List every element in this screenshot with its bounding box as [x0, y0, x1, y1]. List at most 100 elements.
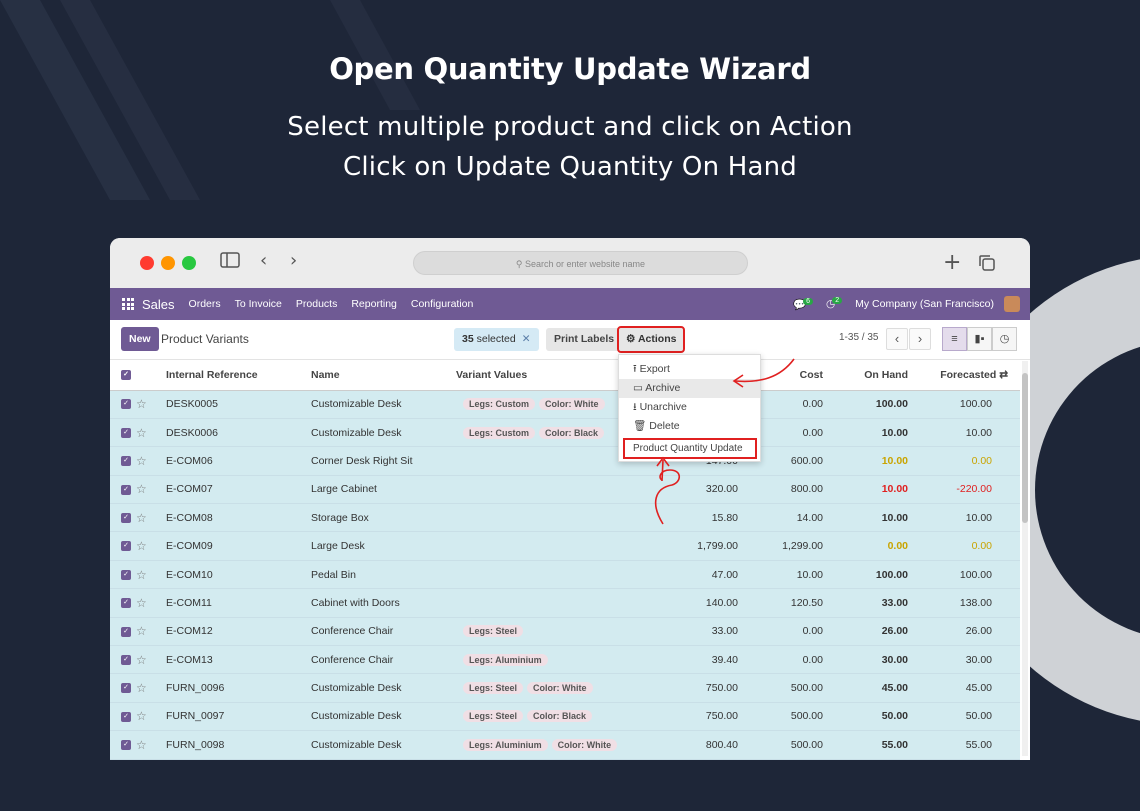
- table-row[interactable]: ✓ ☆ DESK0005 Customizable Desk Legs: Custom C…: [110, 390, 1020, 419]
- row-checkbox[interactable]: ✓: [121, 569, 131, 580]
- col-name[interactable]: Name: [311, 360, 456, 391]
- clear-selection-icon[interactable]: ✕: [522, 333, 531, 345]
- favorite-star-icon[interactable]: ☆: [136, 397, 147, 411]
- cell-forecasted: 100.00: [918, 390, 1020, 419]
- cell-cost: 500.00: [748, 673, 833, 703]
- row-checkbox[interactable]: ✓: [121, 683, 131, 694]
- print-labels-button[interactable]: Print Labels: [546, 328, 623, 351]
- favorite-star-icon[interactable]: ☆: [136, 738, 147, 752]
- activity-icon[interactable]: ◷2: [826, 297, 845, 310]
- user-avatar[interactable]: [1004, 296, 1020, 312]
- col-forecasted[interactable]: Forecasted: [940, 369, 996, 381]
- sidebar-icon[interactable]: [220, 252, 240, 273]
- row-checkbox[interactable]: ✓: [121, 740, 131, 751]
- favorite-star-icon[interactable]: ☆: [136, 709, 147, 723]
- variant-tag: Legs: Steel: [463, 682, 524, 695]
- app-name[interactable]: Sales: [142, 297, 175, 312]
- chat-count: 6: [803, 297, 814, 305]
- table-row[interactable]: ✓ ☆ FURN_0096 Customizable Desk Legs: Steel C…: [110, 673, 1020, 703]
- banner-title: Open Quantity Update Wizard: [329, 52, 811, 86]
- favorite-star-icon[interactable]: ☆: [136, 653, 147, 667]
- actions-button[interactable]: ⚙ Actions: [616, 326, 686, 353]
- table-row[interactable]: ✓ ☆ E-COM08 Storage Box 15.80 14.00 10.00 10.00: [110, 503, 1020, 533]
- favorite-star-icon[interactable]: ☆: [136, 596, 147, 610]
- table-row[interactable]: ✓ ☆ E-COM07 Large Cabinet 320.00 800.00 10.00-…: [110, 475, 1020, 505]
- favorite-star-icon[interactable]: ☆: [136, 426, 147, 440]
- menu-orders[interactable]: Orders: [189, 298, 221, 310]
- activity-view-icon[interactable]: ◷: [992, 327, 1017, 351]
- column-settings-icon[interactable]: ⇄: [999, 369, 1008, 381]
- scrollbar[interactable]: [1022, 361, 1028, 756]
- new-tab-icon[interactable]: +: [943, 250, 961, 275]
- menu-configuration[interactable]: Configuration: [411, 298, 473, 310]
- table-row[interactable]: ✓ ☆ FURN_0097 Customizable Desk Legs: Steel C…: [110, 702, 1020, 732]
- table-row[interactable]: ✓☆E-COM06Corner Desk Right Sit147.00600.…: [110, 446, 1020, 476]
- maximize-dot[interactable]: [182, 256, 196, 270]
- table-row[interactable]: ✓ ☆ FURN_0098 Customizable Desk Legs: Alumin…: [110, 730, 1020, 760]
- menu-item-unarchive[interactable]: ⭳ Unarchive: [619, 398, 760, 417]
- cell-internal-reference: E-COM10: [166, 560, 311, 590]
- scrollbar-thumb[interactable]: [1022, 373, 1028, 523]
- pager-next-icon[interactable]: ›: [909, 328, 931, 350]
- new-button[interactable]: New: [121, 327, 159, 351]
- select-all-checkbox[interactable]: ✓: [121, 369, 131, 380]
- favorite-star-icon[interactable]: ☆: [136, 539, 147, 553]
- company-switcher[interactable]: My Company (San Francisco): [855, 298, 994, 310]
- close-dot[interactable]: [140, 256, 154, 270]
- favorite-star-icon[interactable]: ☆: [136, 511, 147, 525]
- chat-icon[interactable]: 💬6: [793, 297, 816, 311]
- url-bar[interactable]: ⚲ Search or enter website name: [413, 251, 748, 275]
- archive-label: Archive: [645, 382, 681, 394]
- url-placeholder: Search or enter website name: [525, 259, 646, 269]
- row-checkbox[interactable]: ✓: [121, 711, 131, 722]
- row-checkbox[interactable]: ✓: [121, 598, 131, 609]
- cell-sales-price: 33.00: [656, 617, 748, 647]
- favorite-star-icon[interactable]: ☆: [136, 482, 147, 496]
- cell-on-hand: 26.00: [833, 617, 918, 647]
- row-checkbox[interactable]: ✓: [121, 484, 131, 495]
- pager-previous-icon[interactable]: ‹: [886, 328, 908, 350]
- back-icon[interactable]: ‹: [260, 250, 267, 271]
- row-checkbox[interactable]: ✓: [121, 512, 131, 523]
- col-on-hand[interactable]: On Hand: [833, 360, 918, 391]
- col-internal-reference[interactable]: Internal Reference: [166, 360, 311, 391]
- favorite-star-icon[interactable]: ☆: [136, 681, 147, 695]
- row-checkbox[interactable]: ✓: [121, 399, 131, 410]
- row-checkbox[interactable]: ✓: [121, 427, 131, 438]
- menu-to-invoice[interactable]: To Invoice: [235, 298, 282, 310]
- menu-products[interactable]: Products: [296, 298, 337, 310]
- kanban-view-icon[interactable]: ▮▪: [967, 327, 992, 351]
- favorite-star-icon[interactable]: ☆: [136, 624, 147, 638]
- table-row[interactable]: ✓ ☆ E-COM12 Conference Chair Legs: Steel 33.0…: [110, 617, 1020, 647]
- minimize-dot[interactable]: [161, 256, 175, 270]
- table-row[interactable]: ✓ ☆ E-COM13 Conference Chair Legs: Aluminium…: [110, 645, 1020, 675]
- menu-item-export[interactable]: ⭱ Export: [619, 360, 760, 379]
- table-row[interactable]: ✓ ☆ DESK0006 Customizable Desk Legs: Custom C…: [110, 418, 1020, 448]
- table-row[interactable]: ✓ ☆ E-COM09 Large Desk 1,799.00 1,299.00 0.00 0…: [110, 531, 1020, 561]
- table-row[interactable]: ✓ ☆ E-COM11 Cabinet with Doors 140.00 120.50 3…: [110, 588, 1020, 618]
- row-checkbox[interactable]: ✓: [121, 541, 131, 552]
- pager-value[interactable]: 1-35 / 35: [839, 332, 878, 343]
- cell-internal-reference: E-COM07: [166, 475, 311, 505]
- favorite-star-icon[interactable]: ☆: [136, 454, 147, 468]
- menu-item-delete[interactable]: 🗑 Delete: [619, 417, 760, 436]
- variant-tag: Legs: Steel: [463, 710, 524, 723]
- list-view-icon[interactable]: ≡: [942, 327, 967, 351]
- cell-name: Storage Box: [311, 503, 456, 533]
- selected-label: selected: [476, 333, 516, 345]
- cell-forecasted: 45.00: [918, 673, 1020, 703]
- row-checkbox[interactable]: ✓: [121, 456, 131, 467]
- menu-item-product-quantity-update[interactable]: Product Quantity Update: [623, 438, 757, 459]
- menu-reporting[interactable]: Reporting: [351, 298, 397, 310]
- selected-count: 35: [462, 333, 474, 345]
- forward-icon[interactable]: ›: [290, 250, 297, 271]
- menu-item-archive[interactable]: ▭ Archive: [619, 379, 760, 398]
- trash-icon: 🗑: [633, 420, 650, 432]
- row-checkbox[interactable]: ✓: [121, 626, 131, 637]
- apps-grid-icon[interactable]: [122, 298, 134, 310]
- row-checkbox[interactable]: ✓: [121, 654, 131, 665]
- table-row[interactable]: ✓ ☆ E-COM10 Pedal Bin 47.00 10.00 100.00 100.00: [110, 560, 1020, 590]
- favorite-star-icon[interactable]: ☆: [136, 568, 147, 582]
- cell-name: Pedal Bin: [311, 560, 456, 590]
- tabs-overview-icon[interactable]: [978, 254, 996, 277]
